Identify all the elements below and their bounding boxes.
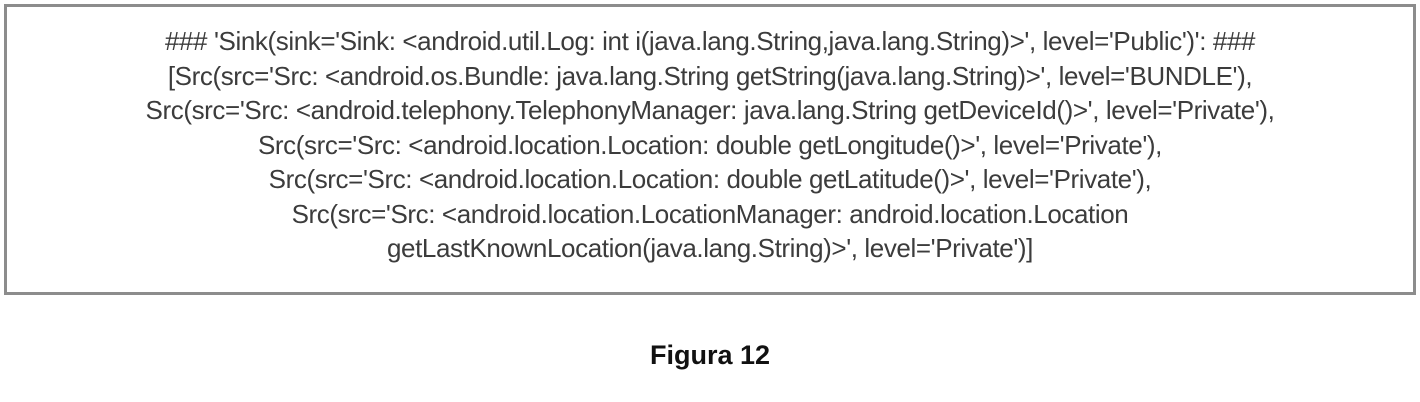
- code-block: ### 'Sink(sink='Sink: <android.util.Log:…: [7, 24, 1413, 266]
- code-figure-box: ### 'Sink(sink='Sink: <android.util.Log:…: [4, 4, 1416, 295]
- source-line: Src(src='Src: <android.location.Location…: [268, 164, 1152, 194]
- source-line: Src(src='Src: <android.location.Location…: [291, 198, 1129, 229]
- source-line: Src(src='Src: <android.telephony.Telepho…: [145, 95, 1275, 125]
- figure-caption: Figura 12: [649, 340, 771, 370]
- source-line: Src(src='Src: <android.location.Location…: [257, 129, 1162, 160]
- source-line-continuation: getLastKnownLocation(java.lang.String)>'…: [386, 233, 1033, 263]
- source-line: [Src(src='Src: <android.os.Bundle: java.…: [167, 60, 1253, 91]
- sink-header-line: ### 'Sink(sink='Sink: <android.util.Log:…: [164, 26, 1256, 56]
